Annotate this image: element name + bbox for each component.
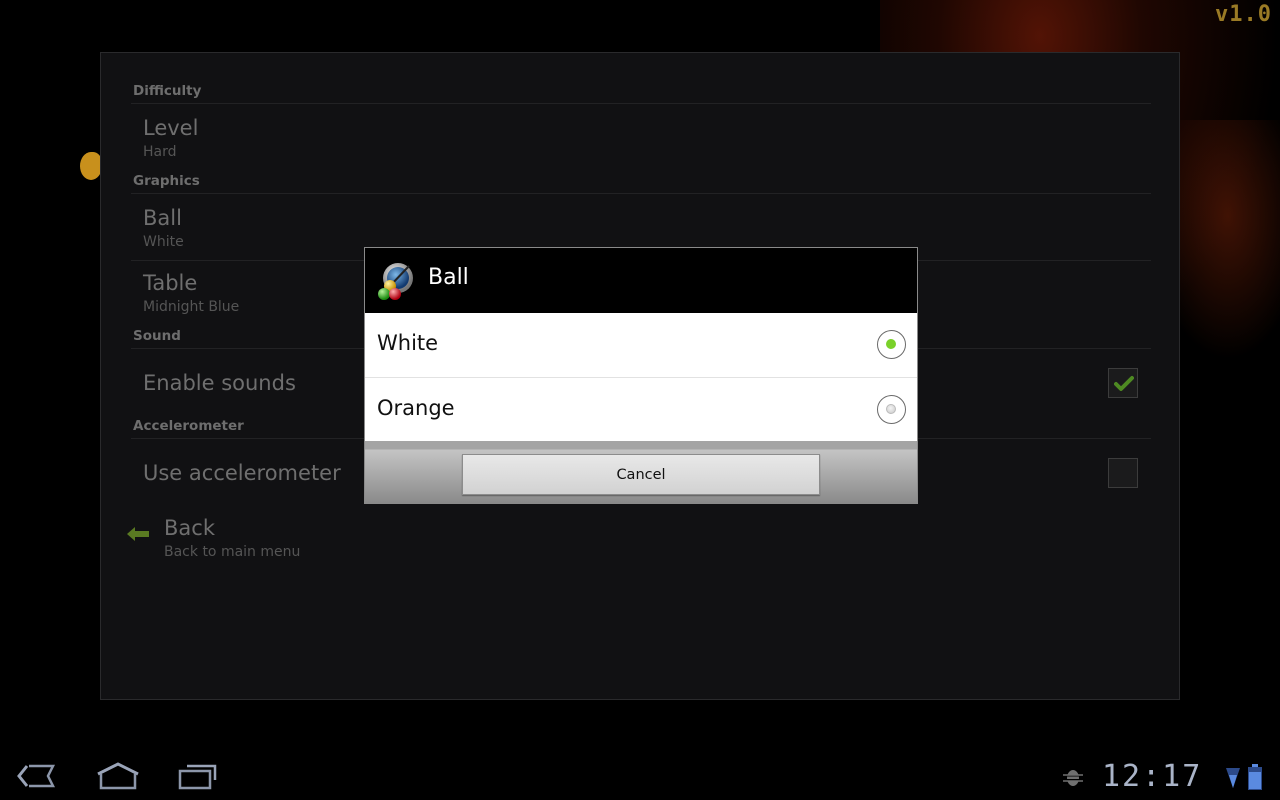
pref-level-summary: Hard <box>143 144 177 160</box>
category-accelerometer: Accelerometer <box>133 418 244 434</box>
wifi-signal-icon <box>1226 768 1240 788</box>
divider <box>131 103 1151 104</box>
system-bar: 12:17 <box>0 752 1280 800</box>
pref-level-title: Level <box>143 116 199 140</box>
dialog-footer: Cancel <box>365 441 917 503</box>
back-icon[interactable] <box>17 762 57 790</box>
option-white-label: White <box>377 331 439 355</box>
option-orange-label: Orange <box>377 396 455 420</box>
category-sound: Sound <box>133 328 181 344</box>
pref-use-accelerometer-title: Use accelerometer <box>143 461 341 485</box>
dialog-title: Ball <box>428 265 469 290</box>
radio-unselected-dot <box>886 404 896 414</box>
use-accelerometer-checkbox[interactable] <box>1108 458 1138 488</box>
pref-back-title: Back <box>164 516 215 540</box>
radio-selected-dot <box>886 339 896 349</box>
pref-back-summary: Back to main menu <box>164 544 301 560</box>
pref-table-summary: Midnight Blue <box>143 299 240 315</box>
pool-balls-app-icon <box>378 263 413 300</box>
category-difficulty: Difficulty <box>133 83 202 99</box>
home-icon[interactable] <box>96 762 140 790</box>
version-label: v1.0 <box>1215 2 1272 27</box>
option-orange-radio[interactable] <box>877 395 906 424</box>
checkmark-icon <box>1114 376 1134 391</box>
divider <box>131 193 1151 194</box>
pref-ball-summary: White <box>143 234 184 250</box>
battery-icon <box>1248 764 1262 790</box>
option-white-radio[interactable] <box>877 330 906 359</box>
enable-sounds-checkbox[interactable] <box>1108 368 1138 398</box>
ball-selection-dialog: Ball White Orange Cancel <box>364 247 918 504</box>
cancel-button[interactable]: Cancel <box>462 454 820 495</box>
option-orange[interactable]: Orange <box>365 378 917 442</box>
debug-bug-icon <box>1063 770 1083 786</box>
category-graphics: Graphics <box>133 173 200 189</box>
back-arrow-icon <box>127 527 149 541</box>
clock: 12:17 <box>1102 759 1203 794</box>
pref-ball-title: Ball <box>143 206 182 230</box>
recent-apps-icon[interactable] <box>177 762 219 790</box>
pref-table-title: Table <box>143 271 198 295</box>
option-white[interactable]: White <box>365 313 917 378</box>
pref-enable-sounds-title: Enable sounds <box>143 371 296 395</box>
dialog-header: Ball <box>365 248 917 313</box>
background-logo-fragment <box>80 152 102 180</box>
